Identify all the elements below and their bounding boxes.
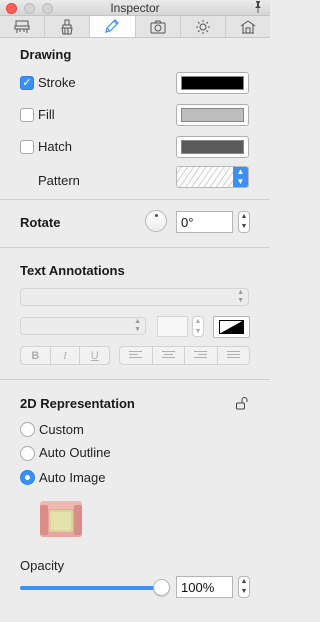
- section-title-rotate: Rotate: [20, 215, 61, 230]
- pin-icon[interactable]: [253, 1, 263, 16]
- auto-image-radio[interactable]: [20, 470, 35, 485]
- unlock-icon[interactable]: [235, 395, 251, 411]
- rotation-stepper[interactable]: ▲ ▼: [238, 211, 250, 233]
- pattern-preview: [177, 167, 234, 187]
- pencil-icon: [105, 18, 120, 33]
- align-right-icon: [194, 351, 208, 358]
- bold-button[interactable]: B: [21, 347, 51, 364]
- opacity-field[interactable]: 100%: [176, 576, 233, 598]
- text-alignment-buttons: [119, 346, 250, 365]
- brush-icon: [61, 19, 73, 34]
- armchair-preview-image: [40, 501, 82, 537]
- italic-button[interactable]: I: [51, 347, 81, 364]
- tab-lighting[interactable]: [181, 16, 226, 37]
- custom-label: Custom: [39, 422, 84, 437]
- tab-materials[interactable]: [45, 16, 91, 37]
- section-title-text-annotations: Text Annotations: [20, 263, 125, 278]
- rotation-field[interactable]: 0°: [176, 211, 233, 233]
- camera-icon: [150, 20, 166, 33]
- tab-building[interactable]: [226, 16, 270, 37]
- pattern-popup[interactable]: ▲ ▼: [176, 166, 249, 188]
- fill-checkbox[interactable]: [20, 108, 34, 122]
- divider: [0, 247, 270, 248]
- auto-outline-radio[interactable]: [20, 446, 35, 461]
- auto-image-label: Auto Image: [39, 470, 106, 485]
- align-right-button[interactable]: [185, 347, 218, 364]
- stroke-checkbox[interactable]: ✓: [20, 76, 34, 90]
- stroke-color-well[interactable]: [176, 72, 249, 94]
- hatch-color-well[interactable]: [176, 136, 249, 158]
- opacity-label: Opacity: [20, 558, 65, 573]
- tab-furniture[interactable]: [0, 16, 46, 37]
- furniture-icon: [14, 20, 30, 33]
- house-icon: [240, 19, 256, 33]
- font-size-stepper[interactable]: ▲ ▼: [192, 316, 204, 337]
- fill-color-well[interactable]: [176, 104, 249, 126]
- custom-radio[interactable]: [20, 422, 35, 437]
- opacity-slider-fill: [20, 586, 162, 590]
- divider: [0, 199, 270, 200]
- hatch-label: Hatch: [38, 139, 72, 154]
- rotation-dial[interactable]: [145, 210, 167, 232]
- align-center-icon: [161, 351, 175, 358]
- divider: [0, 379, 270, 380]
- section-title-drawing: Drawing: [20, 47, 72, 62]
- title-bar: Inspector: [0, 0, 270, 16]
- text-style-buttons: B I U: [20, 346, 110, 365]
- align-justify-button[interactable]: [218, 347, 250, 364]
- align-left-icon: [129, 351, 143, 358]
- text-color-well[interactable]: [213, 316, 250, 338]
- sun-icon: [195, 19, 210, 34]
- align-center-button[interactable]: [153, 347, 185, 364]
- hatch-checkbox[interactable]: [20, 140, 34, 154]
- text-color-swatch: [219, 320, 244, 334]
- font-family-popup[interactable]: ▲ ▼: [20, 288, 249, 306]
- opacity-stepper[interactable]: ▲ ▼: [238, 576, 250, 598]
- opacity-slider-knob[interactable]: [153, 579, 170, 596]
- section-title-2d-representation: 2D Representation: [20, 396, 135, 411]
- font-size-field[interactable]: [157, 316, 188, 337]
- tab-drawing[interactable]: [90, 16, 136, 37]
- font-style-popup[interactable]: ▲ ▼: [20, 317, 146, 335]
- chevron-updown-icon: ▲ ▼: [233, 167, 248, 187]
- inspector-tabs: [0, 16, 270, 38]
- align-justify-icon: [226, 351, 240, 358]
- underline-button[interactable]: U: [80, 347, 109, 364]
- auto-outline-label: Auto Outline: [39, 445, 111, 460]
- pattern-label: Pattern: [38, 173, 80, 188]
- stroke-label: Stroke: [38, 75, 76, 90]
- align-left-button[interactable]: [120, 347, 153, 364]
- window-title: Inspector: [110, 1, 160, 15]
- tab-camera[interactable]: [136, 16, 181, 37]
- fill-label: Fill: [38, 107, 55, 122]
- opacity-slider[interactable]: [20, 586, 162, 590]
